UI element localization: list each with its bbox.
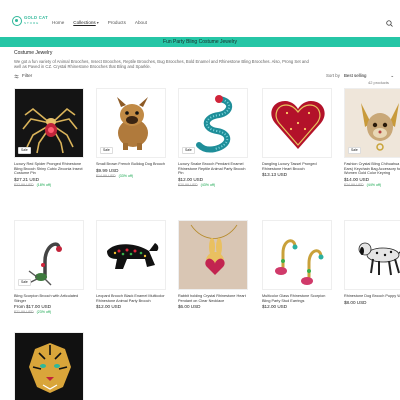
product-price: $12.00 USD: [96, 304, 122, 309]
discount-label: (44% off): [366, 183, 382, 187]
product-price: $13.13 USD: [262, 172, 288, 177]
product-title[interactable]: Fashion Crystal Bling Chihuahua (Large E…: [344, 162, 400, 176]
product-image[interactable]: [96, 220, 166, 290]
product-count: 42 products: [368, 80, 389, 85]
product-photo: [345, 221, 400, 289]
compare-price: $21.99 USD (23% off): [14, 310, 51, 315]
collection-description: We got a fun variety of Animal Brooches,…: [14, 59, 309, 69]
logo-text: GOLD CAT: [24, 15, 48, 20]
product-price: $8.00 USD: [344, 300, 367, 305]
discount-label: (43% off): [200, 183, 216, 187]
compare-price: $20.99 USD (43% off): [178, 183, 215, 188]
product-title[interactable]: Multicolor Glass Rhinestone Scorpion Bli…: [262, 294, 332, 303]
sort-select[interactable]: Best selling ⌄: [344, 73, 394, 79]
original-price: $24.99 USD: [344, 183, 364, 187]
product-image[interactable]: Sale: [14, 88, 84, 158]
product-title[interactable]: Dangling Luxury Tassel Pronged Rhineston…: [262, 162, 332, 171]
nav-products[interactable]: Products: [108, 20, 126, 26]
product-image[interactable]: Sale: [96, 88, 166, 158]
product-image[interactable]: [14, 332, 84, 400]
product-title[interactable]: Rabbit holding Crystal Rhinestone Heart …: [178, 294, 248, 303]
product-image[interactable]: [262, 88, 332, 158]
product-image[interactable]: [344, 220, 400, 290]
product-image[interactable]: [262, 220, 332, 290]
nav-about[interactable]: About: [135, 20, 147, 26]
product-price: $12.00 USD: [262, 304, 288, 309]
sale-badge: Sale: [18, 147, 31, 154]
product-photo: [179, 221, 247, 289]
logo-icon: [12, 16, 22, 26]
sale-badge: Sale: [348, 147, 361, 154]
original-price: $21.99 USD: [14, 310, 34, 314]
sale-badge: Sale: [18, 279, 31, 286]
filter-label: Filter: [22, 73, 33, 78]
main-nav: Home Collections▾ Products About: [52, 20, 147, 26]
product-image[interactable]: Sale: [14, 220, 84, 290]
filter-button[interactable]: Filter: [14, 73, 32, 79]
sort-value: Best selling: [344, 73, 367, 78]
product-title[interactable]: Small Brown French Bulldog Dog Brooch: [96, 162, 166, 167]
product-image[interactable]: [178, 220, 248, 290]
discount-label: (18% off): [36, 183, 52, 187]
page-title: Costume Jewelry: [14, 50, 53, 56]
search-icon[interactable]: [386, 20, 393, 27]
product-price: $6.00 USD: [178, 304, 201, 309]
site-header: GOLD CAT STORE Home Collections▾ Product…: [0, 0, 400, 36]
compare-price: $24.99 USD (44% off): [344, 183, 381, 188]
product-photo: [263, 89, 331, 157]
nav-home[interactable]: Home: [52, 20, 64, 26]
sort-by-label: Sort by: [326, 73, 340, 78]
original-price: $14.99 USD: [96, 174, 116, 178]
compare-price: $32.99 USD (18% off): [14, 183, 51, 188]
chevron-down-icon: ▾: [96, 20, 99, 25]
store-logo[interactable]: GOLD CAT STORE: [12, 15, 48, 29]
product-title[interactable]: Bling Scorpion Brooch with Articulated S…: [14, 294, 84, 303]
filter-icon: [14, 74, 19, 78]
nav-collections-label: Collections: [73, 20, 96, 25]
nav-collections[interactable]: Collections▾: [73, 20, 98, 26]
product-image[interactable]: Sale: [344, 88, 400, 158]
discount-label: (33% off): [118, 174, 134, 178]
discount-label: (23% off): [36, 310, 52, 314]
product-title[interactable]: Leopard Brooch Black Enamel Multicolor R…: [96, 294, 166, 303]
product-image[interactable]: Sale: [178, 88, 248, 158]
product-title[interactable]: Rhinestone Dog Brooch Puppy Walking: [344, 294, 400, 299]
product-photo: [97, 221, 165, 289]
logo-subtext: STORE: [24, 21, 40, 25]
sale-badge: Sale: [100, 147, 113, 154]
original-price: $32.99 USD: [14, 183, 34, 187]
compare-price: $14.99 USD (33% off): [96, 174, 133, 179]
original-price: $20.99 USD: [178, 183, 198, 187]
announcement-bar[interactable]: Fun Party Bling Costume Jewelry: [0, 37, 400, 47]
product-photo: [263, 221, 331, 289]
chevron-down-icon: ⌄: [390, 73, 394, 78]
product-photo: [15, 333, 83, 400]
product-title[interactable]: Luxury Snake Brooch Pendant Enamel Rhine…: [178, 162, 248, 176]
product-title[interactable]: Luxury Red Spider Pronged Rhinestone Bli…: [14, 162, 84, 176]
sale-badge: Sale: [182, 147, 195, 154]
